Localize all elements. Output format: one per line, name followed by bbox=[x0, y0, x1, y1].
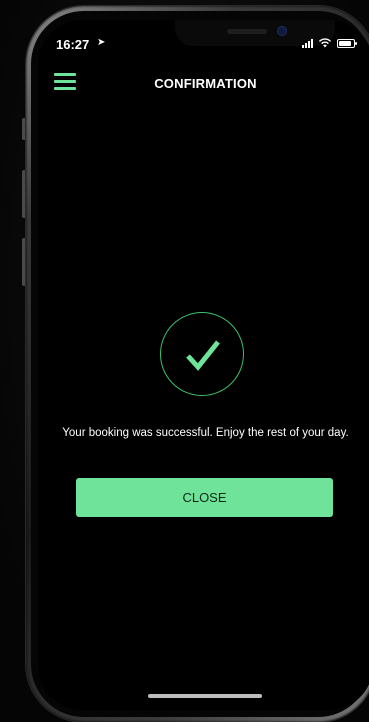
status-time: 16:27 bbox=[56, 37, 90, 52]
page-title: CONFIRMATION bbox=[154, 76, 257, 91]
front-camera bbox=[278, 27, 286, 35]
signal-icon bbox=[302, 38, 313, 48]
confirmation-message: Your booking was successful. Enjoy the r… bbox=[62, 427, 349, 439]
checkmark-icon bbox=[186, 340, 220, 371]
battery-icon bbox=[337, 38, 357, 48]
wifi-icon bbox=[318, 38, 332, 48]
app-screen: 16:27 ➤ CONFIRMATION Your booking was su… bbox=[38, 20, 369, 710]
location-arrow-icon: ➤ bbox=[97, 37, 106, 48]
device-mockup: 16:27 ➤ CONFIRMATION Your booking was su… bbox=[0, 0, 369, 722]
success-badge bbox=[160, 312, 244, 396]
speaker-grille bbox=[227, 29, 267, 34]
home-indicator[interactable] bbox=[148, 694, 262, 698]
status-icons bbox=[302, 38, 357, 48]
close-button[interactable]: CLOSE bbox=[76, 478, 333, 517]
